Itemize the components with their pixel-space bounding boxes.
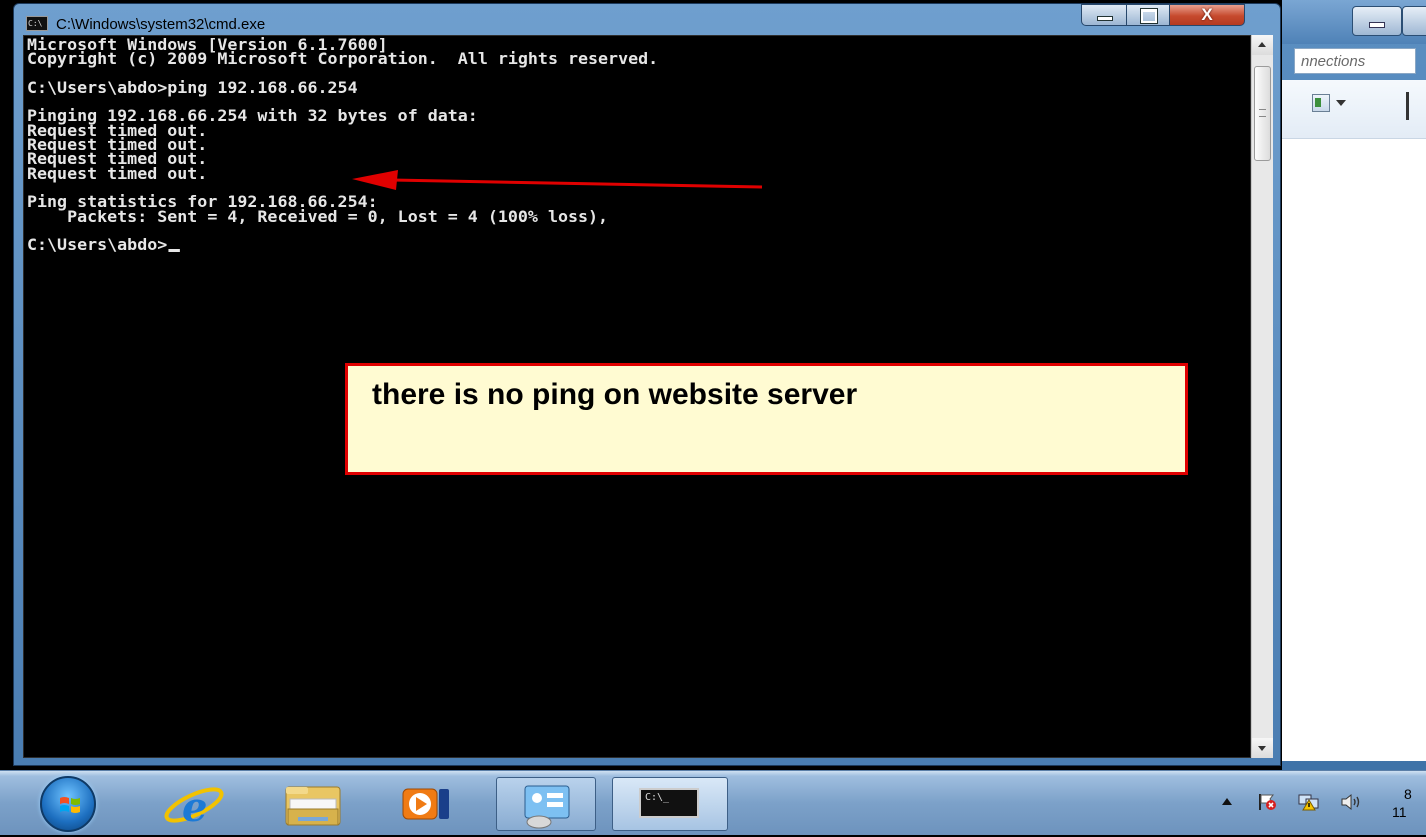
folder-icon: [285, 786, 341, 826]
taskbar-windows-explorer[interactable]: [274, 777, 354, 831]
annotation-callout: there is no ping on website server: [345, 363, 1188, 475]
system-tray: 8 11: [1200, 771, 1426, 835]
taskbar-internet-explorer[interactable]: e: [158, 777, 230, 831]
console-prompt[interactable]: C:\Users\abdo>: [27, 235, 167, 254]
background-restore-button[interactable]: [1402, 6, 1426, 36]
window-title: C:\Windows\system32\cmd.exe: [56, 16, 266, 33]
clock[interactable]: 8 11: [1392, 785, 1426, 821]
start-button[interactable]: [40, 776, 96, 832]
console-line: C:\Users\abdo>ping 192.168.66.254: [27, 77, 358, 97]
scroll-up-button[interactable]: [1252, 35, 1273, 55]
command-prompt-icon[interactable]: C:\: [26, 16, 48, 31]
media-player-icon: [402, 788, 449, 820]
callout-text: there is no ping on website server: [372, 378, 858, 411]
scroll-thumb[interactable]: [1254, 66, 1271, 161]
background-window[interactable]: nnections: [1282, 0, 1426, 770]
volume-icon[interactable]: [1340, 793, 1362, 811]
windows-orb-icon: [60, 797, 80, 813]
console-line: Request timed out.: [27, 163, 208, 183]
background-address-bar[interactable]: nnections: [1294, 48, 1416, 74]
close-icon: X: [1201, 5, 1213, 24]
action-center-flag-icon[interactable]: [1257, 793, 1277, 811]
minimize-button[interactable]: [1081, 4, 1127, 26]
network-icon[interactable]: [1298, 793, 1320, 811]
console-line: Copyright (c) 2009 Microsoft Corporation…: [27, 49, 659, 69]
console-line: Packets: Sent = 4, Received = 0, Lost = …: [27, 206, 609, 226]
text-cursor: [168, 249, 180, 253]
taskbar: e C:\_ 8 11: [0, 770, 1426, 835]
console-text: Microsoft Windows [Version 6.1.7600] Cop…: [27, 37, 659, 254]
background-minimize-button[interactable]: [1352, 6, 1402, 36]
scroll-down-button[interactable]: [1252, 738, 1273, 758]
svg-text:e: e: [182, 784, 207, 831]
internet-explorer-icon: e: [164, 784, 224, 831]
vertical-scrollbar[interactable]: [1251, 35, 1273, 758]
chevron-up-icon[interactable]: [1222, 798, 1232, 805]
view-options-icon[interactable]: [1312, 94, 1330, 112]
control-panel-icon: [524, 785, 570, 829]
chevron-down-icon[interactable]: [1336, 100, 1346, 106]
clock-date: 11: [1392, 804, 1407, 820]
maximize-button[interactable]: [1126, 4, 1170, 26]
toolbar-divider: [1406, 92, 1409, 120]
taskbar-control-panel[interactable]: [496, 777, 596, 831]
close-button[interactable]: X: [1169, 4, 1245, 26]
background-content-area: [1282, 138, 1426, 761]
taskbar-command-prompt[interactable]: C:\_: [612, 777, 728, 831]
taskbar-media-player[interactable]: [393, 777, 473, 831]
command-prompt-icon: C:\_: [639, 788, 699, 818]
background-toolbar: [1282, 80, 1426, 138]
clock-time: 8: [1404, 786, 1412, 802]
